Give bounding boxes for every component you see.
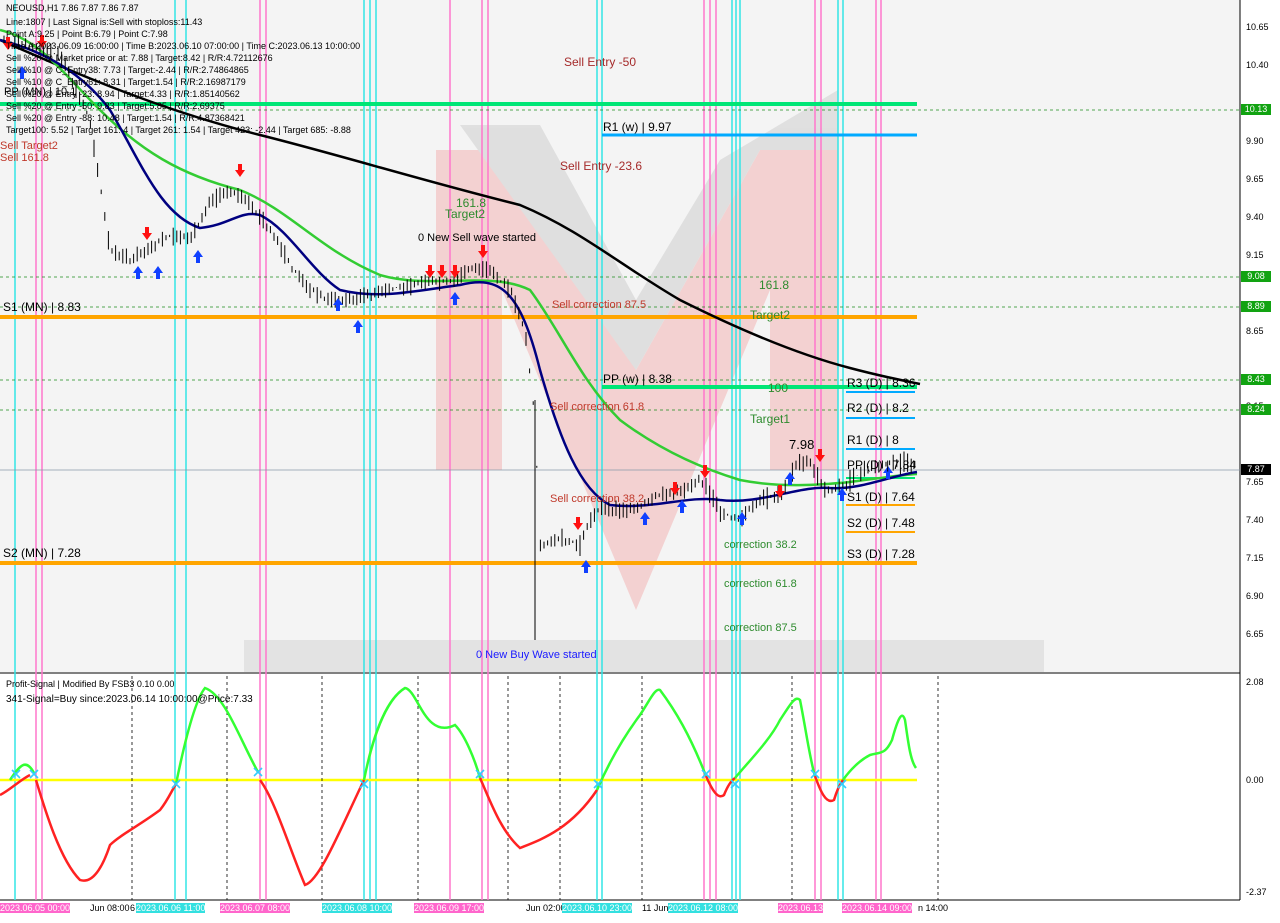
target1-label: Target1 — [750, 412, 791, 426]
pp-mn-label: PP (MN) | 10.1 — [4, 86, 77, 98]
s2-mn-label: S2 (MN) | 7.28 — [3, 546, 81, 560]
r3-d-label: R3 (D) | 8.36 — [847, 376, 916, 390]
indicator-axis-zero: 0.00 — [1246, 775, 1264, 785]
price-tick-label: 7.15 — [1246, 553, 1264, 564]
time-axis-label: 2023.06.07 08:00 — [220, 903, 291, 913]
sell-correction-618-label: Sell correction 61.8 — [550, 401, 645, 413]
s2-d-label: S2 (D) | 7.48 — [847, 516, 915, 530]
price-level-tag: 7.87 — [1241, 464, 1271, 475]
indicator-axis-max: 2.08 — [1246, 677, 1264, 687]
price-tick-label: 9.15 — [1246, 249, 1264, 260]
price-tick-label: 9.40 — [1246, 211, 1264, 222]
price-tick-label: 9.90 — [1246, 135, 1264, 146]
time-axis-label: 2023.06.14 09:00 — [842, 903, 913, 913]
r1-w-label: R1 (w) | 9.97 — [603, 120, 672, 134]
target2-top-label: Target2 — [445, 207, 486, 221]
sell-correction-382-label: Sell correction 38.2 — [550, 493, 645, 505]
time-axis-label: 2023.06.08 10:00 — [322, 903, 393, 913]
time-axis-label: n 14:00 — [918, 903, 949, 913]
pp-w-label: PP (w) | 8.38 — [603, 372, 672, 386]
indicator-title: Profit-Signal | Modified By FSB3 0.10 0.… — [6, 679, 175, 689]
new-sell-wave-label: 0 New Sell wave started — [418, 232, 536, 244]
pp-d-label: PP (D) | 7.84 — [847, 458, 916, 472]
sell-entry-50-label: Sell Entry -50 — [564, 55, 637, 69]
sell-correction-875-label: Sell correction 87.5 — [552, 299, 647, 311]
time-axis-label: Jun 08:00 — [90, 903, 130, 913]
s1-d-label: S1 (D) | 7.64 — [847, 490, 915, 504]
info-line-2: Point A:9.25 | Point B:6.79 | Point C:7.… — [6, 29, 168, 39]
price-tick-label: 7.65 — [1246, 477, 1264, 488]
sell-target2-label: Sell Target2 — [0, 140, 58, 152]
fib-100-label: 100 — [768, 381, 789, 395]
symbol-line: NEOUSD,H1 7.86 7.87 7.86 7.87 — [6, 3, 139, 13]
chart-canvas[interactable] — [0, 0, 1280, 920]
correction-875-label: correction 87.5 — [724, 622, 797, 634]
indicator-signal-text: 341-Signal=Buy since:2023.06.14 10:00:00… — [6, 694, 253, 705]
sell-161-label: Sell 161.8 — [0, 152, 49, 164]
price-tick-label: 8.65 — [1246, 325, 1264, 336]
info-line-5: Sell %10 @ C_Entry38: 7.73 | Target:-2.4… — [6, 65, 249, 75]
time-axis-label: 2023.06.10 23:00 — [562, 903, 633, 913]
fib-161-mid-label: 161.8 — [759, 278, 790, 292]
time-axis-label: 6 — [130, 903, 136, 913]
new-buy-wave-label: 0 New Buy Wave started — [476, 649, 597, 661]
r2-d-label: R2 (D) | 8.2 — [847, 401, 909, 415]
correction-382-label: correction 38.2 — [724, 539, 797, 551]
info-line-8: Sell %20 @ Entry -50: 9.83 | Target:5.85… — [6, 101, 225, 111]
time-axis-label: Jun 02:00 — [526, 903, 566, 913]
time-axis-label: 2023.06.13 — [778, 903, 824, 913]
time-axis-label: 2023.06.09 17:00 — [414, 903, 485, 913]
price-tick-label: 10.40 — [1246, 59, 1269, 70]
price-tick-label: 6.65 — [1246, 629, 1264, 639]
time-axis-label: 2023.06.12 08:00 — [668, 903, 739, 913]
price-level-tag: 10.13 — [1241, 104, 1271, 115]
price-tick-label: 9.65 — [1246, 173, 1264, 184]
target2-mid-label: Target2 — [750, 308, 791, 322]
s1-mn-label: S1 (MN) | 8.83 — [3, 300, 81, 314]
price-tick-label: 6.90 — [1246, 591, 1264, 602]
info-line-1: Line:1807 | Last Signal is:Sell with sto… — [6, 17, 203, 27]
time-axis-label: 2023.06.06 11:00 — [136, 903, 206, 913]
chart-window[interactable]: NEOUSD,H1 7.86 7.87 7.86 7.87 Line:1807 … — [0, 0, 1280, 920]
indicator-axis-min: -2.37 — [1246, 887, 1267, 897]
price-level-tag: 8.24 — [1241, 404, 1271, 415]
time-axis-label: 2023.06.05 00:00 — [0, 903, 71, 913]
info-line-3: Time A:2023.06.09 16:00:00 | Time B:2023… — [6, 41, 361, 51]
price-tick-label: 7.40 — [1246, 515, 1264, 526]
point-c-label: 7.98 — [789, 437, 815, 452]
info-line-4: Sell %20 @ Market price or at: 7.88 | Ta… — [6, 53, 273, 63]
correction-618-label: correction 61.8 — [724, 578, 797, 590]
s3-d-label: S3 (D) | 7.28 — [847, 547, 915, 561]
info-line-10: Target100: 5.52 | Target 161: 4 | Target… — [6, 125, 351, 135]
time-axis-label: 11 Jun — [642, 903, 669, 913]
price-level-tag: 8.89 — [1241, 301, 1271, 312]
price-level-tag: 9.08 — [1241, 271, 1271, 282]
r1-d-label: R1 (D) | 8 — [847, 433, 899, 447]
price-tick-label: 10.65 — [1246, 22, 1269, 32]
info-line-9: Sell %20 @ Entry -88: 10.48 | Target:1.5… — [6, 113, 245, 123]
price-level-tag: 8.43 — [1241, 374, 1271, 385]
sell-entry-23-label: Sell Entry -23.6 — [560, 159, 643, 173]
